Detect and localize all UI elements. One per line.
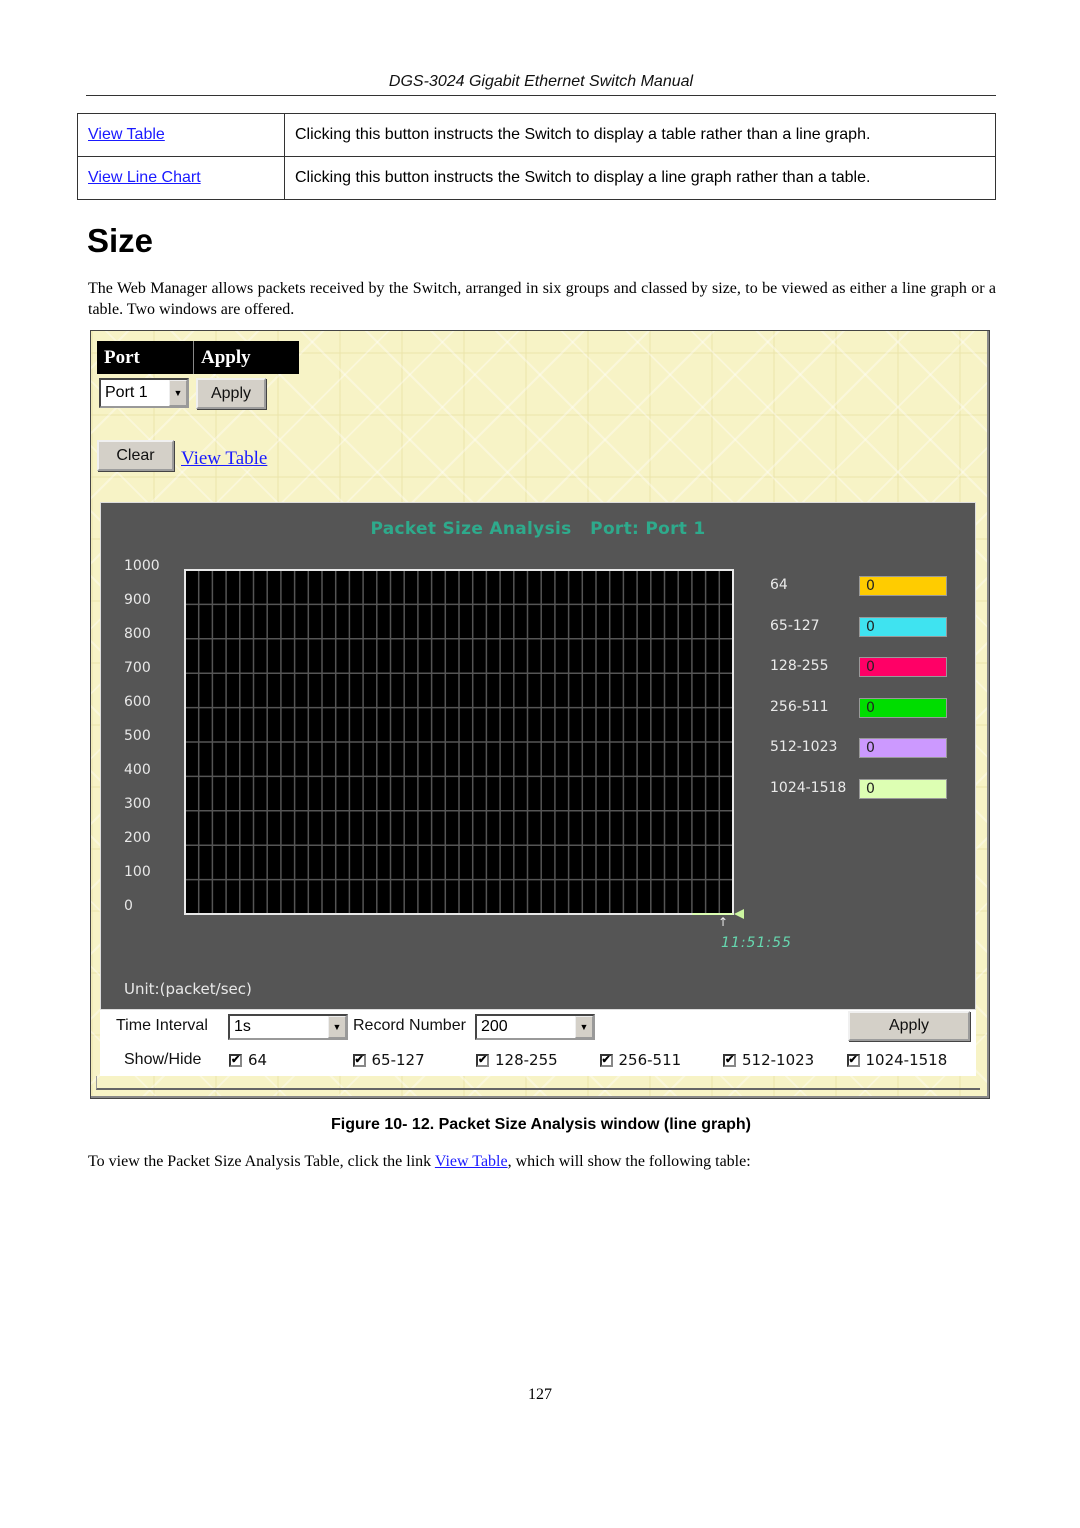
show-hide-checkbox-65-127[interactable]: ✔ 65-127	[352, 1051, 425, 1069]
definition-table: View Table Clicking this button instruct…	[77, 113, 996, 200]
checkbox-label: 64	[248, 1051, 268, 1069]
unit-label: Unit:(packet/sec)	[124, 980, 252, 998]
apply-column-header: Apply	[193, 341, 299, 374]
controls-frame-edge	[96, 1076, 980, 1090]
y-tick-label: 200	[124, 830, 151, 846]
show-hide-label: Show/Hide	[124, 1051, 202, 1068]
chevron-down-icon[interactable]: ▼	[575, 1016, 593, 1038]
legend-label: 256-511	[770, 698, 829, 715]
manual-header-title: DGS-3024 Gigabit Ethernet Switch Manual	[388, 73, 694, 90]
checkbox-label: 65-127	[371, 1051, 425, 1069]
y-tick-label: 800	[124, 626, 151, 642]
show-hide-checkbox-128-255[interactable]: ✔ 128-255	[476, 1051, 558, 1069]
section-intro: The Web Manager allows packets received …	[88, 280, 996, 318]
legend-label: 512-1023	[770, 739, 838, 755]
x-tick-label: 11:51:55	[721, 935, 792, 951]
y-tick-label: 300	[124, 796, 151, 812]
figure-caption: Figure 10- 12. Packet Size Analysis wind…	[331, 1116, 751, 1133]
legend-label: 65-127	[770, 617, 820, 634]
chart-title: Packet Size Analysis Port: Port 1	[370, 519, 706, 539]
port-select[interactable]: Port 1 ▼	[99, 378, 189, 408]
description-cell: Clicking this button instructs the Switc…	[284, 156, 996, 200]
clear-button[interactable]: Clear	[97, 440, 174, 471]
header-divider	[86, 95, 996, 96]
checkbox-checked-icon[interactable]: ✔	[229, 1053, 242, 1067]
y-tick-label: 600	[124, 694, 151, 710]
data-point-marker	[734, 909, 744, 919]
chart-controls: Time Interval 1s ▼ Record Number 200 ▼ A…	[100, 1010, 976, 1076]
show-hide-checkbox-1024-1518[interactable]: ✔ 1024-1518	[846, 1051, 948, 1069]
follow-text-before: To view the Packet Size Analysis Table, …	[88, 1153, 435, 1170]
y-tick-label: 1000	[124, 558, 160, 574]
legend-value-box: 0	[859, 778, 947, 799]
show-hide-checkbox-512-1023[interactable]: ✔ 512-1023	[723, 1051, 814, 1069]
legend-label: 64	[770, 577, 788, 593]
record-number-select[interactable]: 200 ▼	[475, 1014, 595, 1040]
checkbox-checked-icon[interactable]: ✔	[723, 1053, 736, 1067]
checkbox-label: 1024-1518	[865, 1051, 948, 1069]
arrow-up-icon: ↑	[718, 915, 729, 929]
legend-value-box: 0	[859, 616, 947, 637]
page-number: 127	[528, 1386, 552, 1403]
follow-text: To view the Packet Size Analysis Table, …	[88, 1153, 751, 1171]
y-tick-label: 100	[124, 864, 151, 880]
checkbox-label: 512-1023	[742, 1051, 815, 1069]
time-interval-value: 1s	[234, 1018, 251, 1035]
legend-value-box: 0	[859, 576, 947, 596]
view-table-link[interactable]: View Table	[88, 126, 165, 143]
term-cell: View Line Chart	[77, 156, 285, 200]
checkbox-label: 128-255	[495, 1051, 558, 1069]
y-tick-label: 500	[124, 728, 151, 744]
port-select-value: Port 1	[105, 384, 148, 401]
legend-value-box: 0	[859, 657, 947, 677]
chart-panel: Packet Size Analysis Port: Port 1 1000 90…	[100, 502, 976, 1010]
view-table-link[interactable]: View Table	[181, 448, 267, 470]
record-number-value: 200	[481, 1018, 508, 1035]
port-apply-button[interactable]: Apply	[196, 378, 266, 409]
term-cell: View Table	[77, 113, 285, 157]
show-hide-checkbox-64[interactable]: ✔ 64	[229, 1051, 267, 1069]
follow-text-after: , which will show the following table:	[507, 1153, 751, 1170]
show-hide-checkbox-256-511[interactable]: ✔ 256-511	[599, 1051, 682, 1069]
time-interval-label: Time Interval	[116, 1017, 208, 1034]
checkbox-label: 256-511	[618, 1051, 682, 1069]
legend-value-box: 0	[859, 738, 947, 758]
table-row: View Line Chart Clicking this button ins…	[77, 156, 996, 200]
checkbox-checked-icon[interactable]: ✔	[476, 1053, 489, 1067]
section-title: Size	[87, 222, 154, 259]
legend-label: 128-255	[770, 658, 829, 674]
checkbox-checked-icon[interactable]: ✔	[599, 1053, 613, 1067]
table-row: View Table Clicking this button instruct…	[77, 113, 996, 157]
port-column-header: Port	[97, 341, 193, 374]
y-tick-label: 0	[124, 898, 133, 914]
time-interval-select[interactable]: 1s ▼	[228, 1014, 348, 1040]
y-tick-label: 400	[124, 762, 151, 778]
view-line-chart-link[interactable]: View Line Chart	[88, 169, 201, 186]
chevron-down-icon[interactable]: ▼	[169, 380, 187, 406]
legend-value-box: 0	[859, 697, 947, 718]
legend-label: 1024-1518	[770, 779, 847, 796]
record-number-label: Record Number	[353, 1017, 466, 1034]
checkbox-checked-icon[interactable]: ✔	[352, 1053, 366, 1067]
y-tick-label: 700	[124, 660, 151, 676]
y-tick-label: 900	[124, 592, 151, 608]
description-cell: Clicking this button instructs the Switc…	[284, 113, 996, 157]
plot-area	[184, 569, 744, 919]
view-table-link[interactable]: View Table	[435, 1153, 508, 1170]
checkbox-checked-icon[interactable]: ✔	[846, 1053, 860, 1067]
chart-apply-button[interactable]: Apply	[848, 1011, 970, 1041]
chevron-down-icon[interactable]: ▼	[328, 1016, 346, 1038]
